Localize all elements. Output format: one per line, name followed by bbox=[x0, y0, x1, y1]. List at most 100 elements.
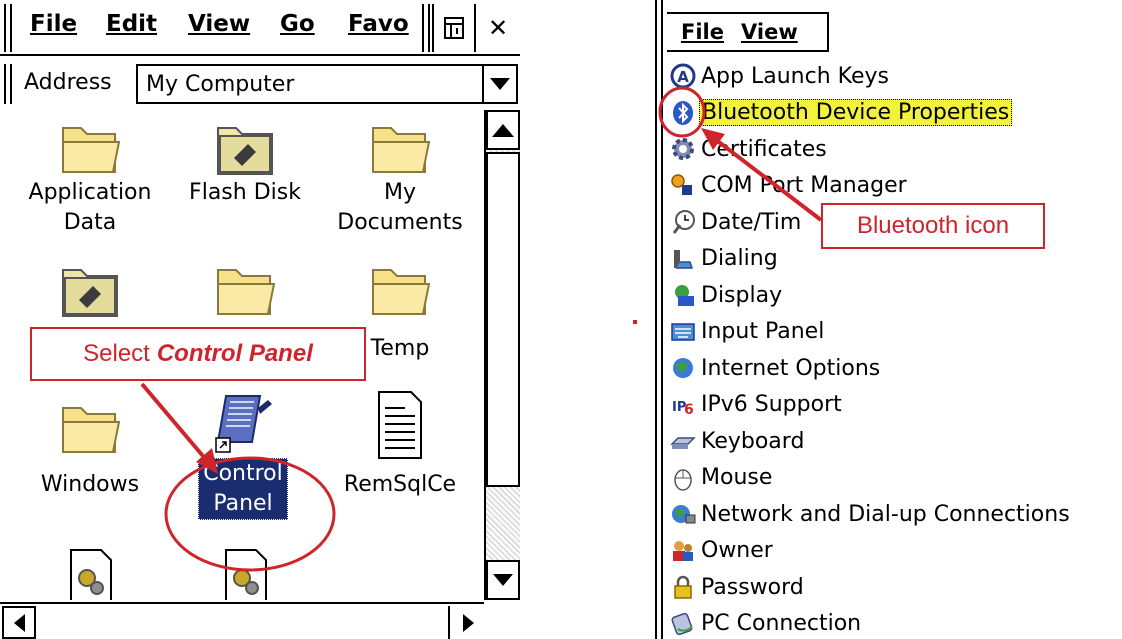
close-button[interactable]: ✕ bbox=[474, 4, 520, 52]
folder-icon bbox=[217, 269, 276, 315]
list-item-input-panel[interactable]: Input Panel bbox=[667, 314, 1122, 351]
menu-bar: File View bbox=[667, 12, 829, 52]
com-port-icon bbox=[671, 174, 692, 195]
list-item-owner[interactable]: Owner bbox=[667, 533, 1122, 570]
date-time-icon bbox=[672, 210, 695, 235]
folder-label: Application Data bbox=[28, 180, 152, 235]
app-launch-keys-icon: A bbox=[670, 63, 696, 89]
keyboard-icon bbox=[670, 437, 696, 450]
address-label: Address bbox=[24, 70, 112, 95]
input-panel-icon bbox=[671, 323, 695, 341]
list-item-app-launch-keys[interactable]: A App Launch Keys bbox=[667, 58, 1122, 95]
close-icon: ✕ bbox=[487, 14, 509, 42]
folder-icon bbox=[372, 127, 431, 173]
arrow-down-icon bbox=[493, 574, 513, 586]
scroll-thumb[interactable] bbox=[486, 152, 520, 487]
list-item-password[interactable]: Password bbox=[667, 569, 1122, 606]
scroll-left-button[interactable] bbox=[2, 606, 36, 639]
toolbar-toggle-button[interactable] bbox=[432, 4, 474, 52]
list-item-label: COM Port Manager bbox=[701, 173, 907, 199]
svg-text:6: 6 bbox=[684, 402, 694, 418]
scroll-up-button[interactable] bbox=[486, 110, 520, 150]
ipv6-icon: IP 6 bbox=[672, 400, 694, 418]
callout-text: Bluetooth icon bbox=[856, 212, 1010, 239]
address-dropdown-button[interactable] bbox=[482, 66, 516, 102]
vertical-scrollbar[interactable] bbox=[484, 110, 520, 600]
callout-emphasis: Control Panel bbox=[156, 340, 313, 367]
file-explorer-window: File Edit View Go Favo ✕ Address My Comp… bbox=[0, 0, 520, 639]
arrow-right-icon bbox=[462, 613, 474, 632]
folder-item-storage-card[interactable] bbox=[15, 260, 165, 320]
callout-prefix: Select bbox=[83, 340, 150, 367]
certificates-icon bbox=[672, 138, 694, 161]
dialing-icon bbox=[674, 249, 694, 269]
list-item-label: PC Connection bbox=[701, 611, 862, 637]
folder-label: Windows bbox=[40, 472, 140, 497]
menu-file[interactable]: File bbox=[30, 11, 77, 37]
file-item[interactable] bbox=[15, 546, 165, 600]
menu-view[interactable]: View bbox=[741, 20, 798, 44]
settings-file-icon bbox=[225, 549, 267, 600]
network-icon bbox=[672, 505, 696, 524]
list-item-label: Dialing bbox=[701, 246, 778, 272]
address-bar-grip bbox=[4, 64, 12, 104]
menu-go[interactable]: Go bbox=[280, 11, 315, 37]
control-panel-item[interactable]: Control Panel bbox=[168, 388, 318, 520]
list-item-certificates[interactable]: Certificates bbox=[667, 131, 1122, 168]
svg-text:A: A bbox=[677, 68, 689, 86]
horizontal-scrollbar[interactable] bbox=[0, 602, 484, 639]
pc-connection-icon bbox=[671, 612, 693, 635]
list-item-network-and-dial-up-connections[interactable]: Network and Dial-up Connections bbox=[667, 496, 1122, 533]
bluetooth-icon bbox=[673, 100, 693, 125]
folder-item-my-documents[interactable]: My Documents bbox=[325, 118, 475, 238]
display-icon bbox=[675, 285, 694, 307]
list-item-label: Password bbox=[701, 574, 804, 600]
folder-icon bbox=[62, 407, 121, 453]
list-item-internet-options[interactable]: Internet Options bbox=[667, 350, 1122, 387]
control-panel-label: Control Panel bbox=[198, 458, 288, 520]
list-item-label: Owner bbox=[701, 538, 773, 564]
file-item-remsqlce[interactable]: RemSqlCe bbox=[325, 388, 475, 500]
toolbar-icon bbox=[444, 17, 464, 39]
arrow-left-icon bbox=[13, 613, 25, 632]
stray-mark bbox=[633, 320, 637, 324]
menu-view[interactable]: View bbox=[188, 11, 250, 37]
scroll-right-button[interactable] bbox=[452, 606, 484, 639]
address-value: My Computer bbox=[146, 72, 295, 97]
list-item-mouse[interactable]: Mouse bbox=[667, 460, 1122, 497]
menu-favorites[interactable]: Favo bbox=[348, 11, 409, 37]
control-panel-icon bbox=[215, 395, 272, 453]
list-item-pc-connection[interactable]: PC Connection bbox=[667, 606, 1122, 639]
list-item-label: Keyboard bbox=[701, 428, 805, 454]
folder-item-application-data[interactable]: Application Data bbox=[15, 118, 165, 238]
list-item-bluetooth-device-properties[interactable]: Bluetooth Device Properties bbox=[667, 95, 1122, 132]
menu-file[interactable]: File bbox=[681, 20, 724, 44]
control-panel-window: File View A App Launch Keys Bluetooth De… bbox=[655, 0, 1122, 639]
list-item-com-port-manager[interactable]: COM Port Manager bbox=[667, 168, 1122, 205]
list-item-label: Date/Tim bbox=[701, 209, 802, 235]
document-icon bbox=[378, 391, 422, 459]
list-item-label: Mouse bbox=[701, 465, 773, 491]
list-item-label: Internet Options bbox=[701, 355, 881, 381]
internet-options-icon bbox=[673, 358, 693, 379]
chevron-down-icon bbox=[490, 78, 510, 90]
password-icon bbox=[674, 576, 692, 599]
settings-file-icon bbox=[70, 549, 112, 600]
list-item-label: Certificates bbox=[701, 136, 827, 162]
folder-icon bbox=[62, 127, 121, 173]
folder-item-flash-disk[interactable]: Flash Disk bbox=[170, 118, 320, 208]
menu-bar-grip bbox=[4, 4, 12, 52]
list-item-label: IPv6 Support bbox=[701, 392, 842, 418]
list-item-keyboard[interactable]: Keyboard bbox=[667, 423, 1122, 460]
list-item-display[interactable]: Display bbox=[667, 277, 1122, 314]
folder-item[interactable] bbox=[170, 260, 320, 320]
file-item[interactable] bbox=[170, 546, 320, 600]
folder-item-windows[interactable]: Windows bbox=[15, 398, 165, 500]
list-item-ipv6-support[interactable]: IP 6 IPv6 Support bbox=[667, 387, 1122, 424]
control-panel-list: A App Launch Keys Bluetooth Device Prope… bbox=[667, 58, 1122, 639]
scroll-down-button[interactable] bbox=[486, 560, 520, 600]
menu-bar-separator bbox=[422, 4, 430, 52]
address-input[interactable]: My Computer bbox=[136, 64, 518, 104]
menu-edit[interactable]: Edit bbox=[106, 11, 157, 37]
list-item-label: Display bbox=[701, 282, 783, 308]
